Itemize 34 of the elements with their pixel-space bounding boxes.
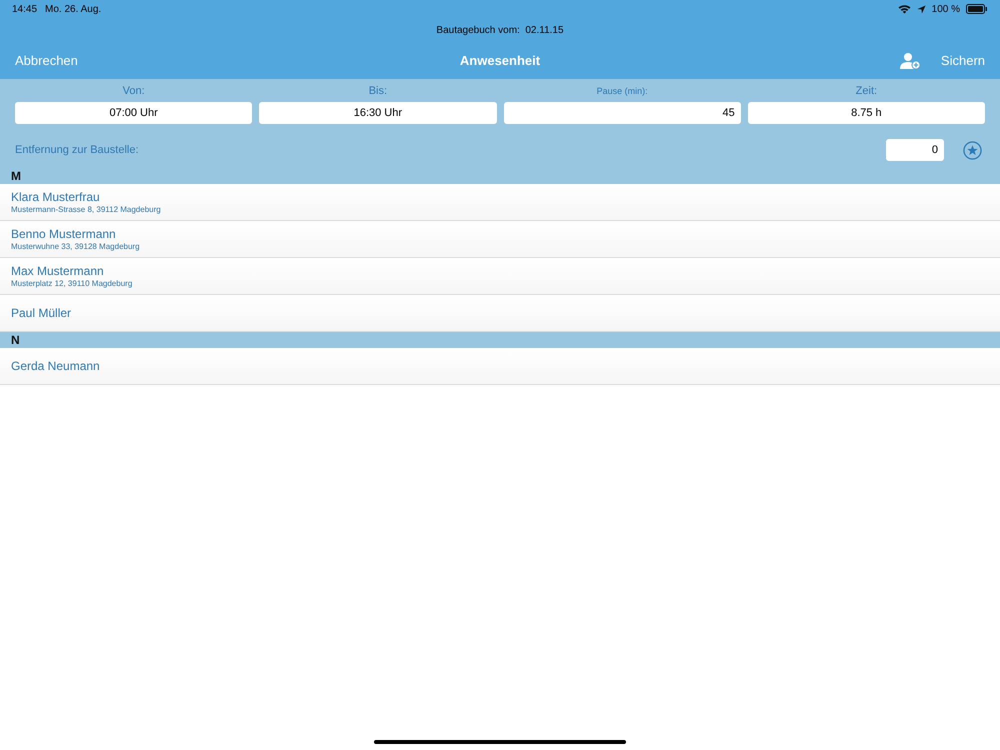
field-label: Von: — [122, 85, 146, 97]
add-person-button[interactable] — [898, 52, 921, 70]
time-field[interactable]: 8.75 h — [748, 102, 985, 124]
time-field[interactable]: 45 — [504, 102, 741, 124]
status-date: Mo. 26. Aug. — [45, 2, 102, 16]
nav-title: Anwesenheit — [460, 52, 540, 70]
section-letter: M — [11, 168, 21, 185]
battery-percent: 100 % — [932, 2, 960, 16]
star-circle-icon — [963, 140, 982, 160]
battery-icon — [966, 4, 988, 14]
favorite-button[interactable] — [963, 140, 982, 160]
distance-field[interactable]: 0 — [886, 139, 944, 161]
section-letter: N — [11, 332, 20, 349]
time-field[interactable]: 07:00 Uhr — [15, 102, 252, 124]
person-add-icon — [898, 52, 921, 70]
cancel-button[interactable]: Abbrechen — [15, 51, 78, 71]
person-address: Mustermann-Strasse 8, 39112 Magdeburg — [11, 204, 162, 214]
distance-label: Entfernung zur Baustelle: — [15, 142, 139, 158]
field-label: Zeit: — [854, 85, 878, 97]
person-name: Klara Musterfrau — [11, 190, 101, 204]
save-button[interactable]: Sichern — [940, 51, 985, 71]
status-time: 14:45 — [12, 2, 38, 16]
logbook-date: Bautagebuch vom: 02.11.15 — [436, 24, 564, 38]
location-arrow-icon — [916, 4, 926, 14]
person-name: Gerda Neumann — [11, 359, 101, 373]
person-name: Max Mustermann — [11, 264, 105, 278]
person-name: Benno Mustermann — [11, 226, 117, 240]
field-label: Bis: — [368, 85, 388, 97]
field-label: Pause (min): — [596, 85, 649, 97]
person-address: Musterplatz 12, 39110 Magdeburg — [11, 278, 134, 288]
time-field[interactable]: 16:30 Uhr — [259, 102, 496, 124]
person-name: Paul Müller — [11, 306, 72, 320]
wifi-icon — [898, 4, 911, 14]
person-address: Musterwuhne 33, 39128 Magdeburg — [11, 240, 141, 252]
